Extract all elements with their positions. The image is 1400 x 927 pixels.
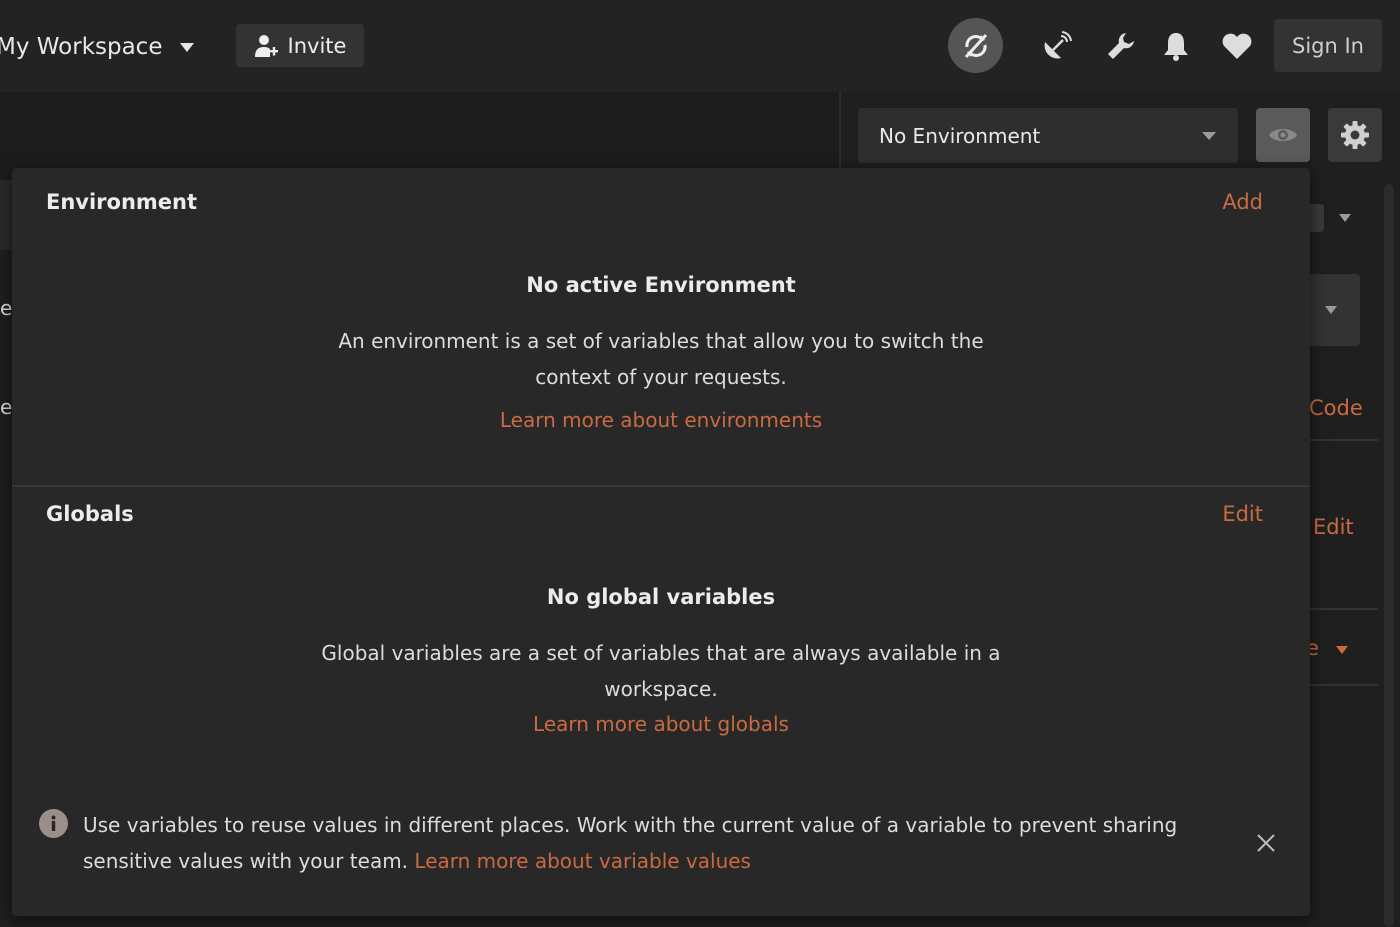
scrollbar[interactable] bbox=[1384, 184, 1394, 927]
sync-off-icon bbox=[964, 33, 987, 58]
invite-button[interactable]: Invite bbox=[236, 24, 364, 67]
environment-quick-look-button[interactable] bbox=[1256, 108, 1310, 162]
invite-label: Invite bbox=[287, 33, 347, 58]
chevron-down-icon bbox=[1325, 306, 1337, 314]
manage-environments-button[interactable] bbox=[1328, 108, 1382, 162]
section-divider bbox=[12, 485, 1310, 487]
learn-environments-link[interactable]: Learn more about environments bbox=[12, 408, 1310, 432]
environment-select[interactable]: No Environment bbox=[858, 108, 1238, 163]
chevron-down-icon bbox=[1336, 646, 1348, 654]
satellite-icon bbox=[1044, 31, 1072, 59]
bell-icon bbox=[1164, 33, 1188, 61]
workspace-name: My Workspace bbox=[0, 34, 163, 60]
add-environment-link[interactable]: Add bbox=[1222, 190, 1263, 214]
environment-select-value: No Environment bbox=[879, 123, 1041, 148]
gear-icon bbox=[1341, 121, 1369, 149]
globals-section-title: Globals bbox=[46, 502, 134, 526]
environment-section-title: Environment bbox=[46, 190, 198, 214]
heart-icon bbox=[1222, 33, 1252, 59]
divider bbox=[1310, 439, 1378, 441]
notifications-button[interactable] bbox=[1158, 27, 1194, 65]
variables-info-banner: Use variables to reuse values in differe… bbox=[83, 807, 1203, 879]
heart-button[interactable] bbox=[1218, 27, 1256, 65]
background-left-edge bbox=[0, 180, 12, 250]
wrench-icon bbox=[1108, 33, 1134, 59]
top-header: My Workspace Invite Sign In bbox=[0, 0, 1400, 92]
eye-icon bbox=[1269, 129, 1297, 141]
close-icon bbox=[1257, 834, 1275, 852]
background-left-text: e bbox=[0, 395, 13, 419]
info-icon bbox=[39, 809, 68, 838]
divider bbox=[839, 92, 841, 172]
globals-empty-title: No global variables bbox=[546, 585, 776, 609]
sync-button[interactable] bbox=[948, 18, 1003, 73]
satellite-button[interactable] bbox=[1038, 27, 1076, 65]
background-left-text: e bbox=[0, 296, 13, 320]
chevron-down-icon bbox=[180, 42, 195, 52]
tabs-bar bbox=[0, 92, 840, 180]
edit-globals-link[interactable]: Edit bbox=[1222, 502, 1263, 526]
settings-wrench-button[interactable] bbox=[1102, 27, 1140, 65]
chevron-down-icon bbox=[1339, 214, 1351, 222]
divider bbox=[1310, 608, 1378, 610]
learn-variable-values-link[interactable]: Learn more about variable values bbox=[414, 849, 751, 873]
close-banner-button[interactable] bbox=[1256, 833, 1278, 855]
environment-empty-description: An environment is a set of variables tha… bbox=[338, 329, 984, 389]
code-link[interactable]: Code bbox=[1309, 396, 1363, 420]
environment-empty-title: No active Environment bbox=[526, 273, 796, 297]
chevron-down-icon bbox=[1202, 132, 1216, 140]
learn-globals-link[interactable]: Learn more about globals bbox=[12, 712, 1310, 736]
edit-link[interactable]: Edit bbox=[1313, 515, 1354, 539]
environment-quick-look-panel: Environment Add No active Environment An… bbox=[12, 168, 1310, 916]
sign-in-button[interactable]: Sign In bbox=[1274, 19, 1382, 72]
divider bbox=[1310, 684, 1378, 686]
workspace-switcher[interactable]: My Workspace bbox=[0, 28, 195, 66]
globals-empty-description: Global variables are a set of variables … bbox=[321, 641, 1001, 701]
add-user-icon bbox=[254, 34, 278, 57]
